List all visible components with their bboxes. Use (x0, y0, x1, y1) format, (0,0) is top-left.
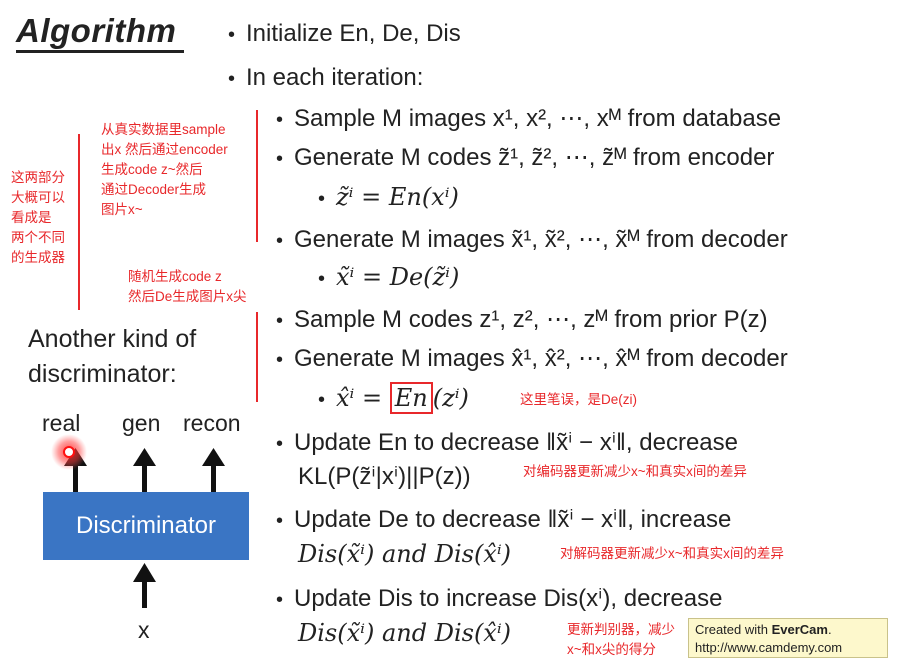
arrow-up-icon (133, 563, 156, 608)
input-x-label: x (138, 617, 150, 643)
arrow-up-icon (202, 448, 225, 492)
discriminator-box: Discriminator (43, 492, 249, 560)
diagram-arrows (51, 434, 225, 608)
arrow-up-icon (133, 448, 156, 492)
laser-dot-icon (63, 446, 75, 458)
evercam-watermark: Created with EverCam. http://www.camdemy… (688, 618, 888, 658)
